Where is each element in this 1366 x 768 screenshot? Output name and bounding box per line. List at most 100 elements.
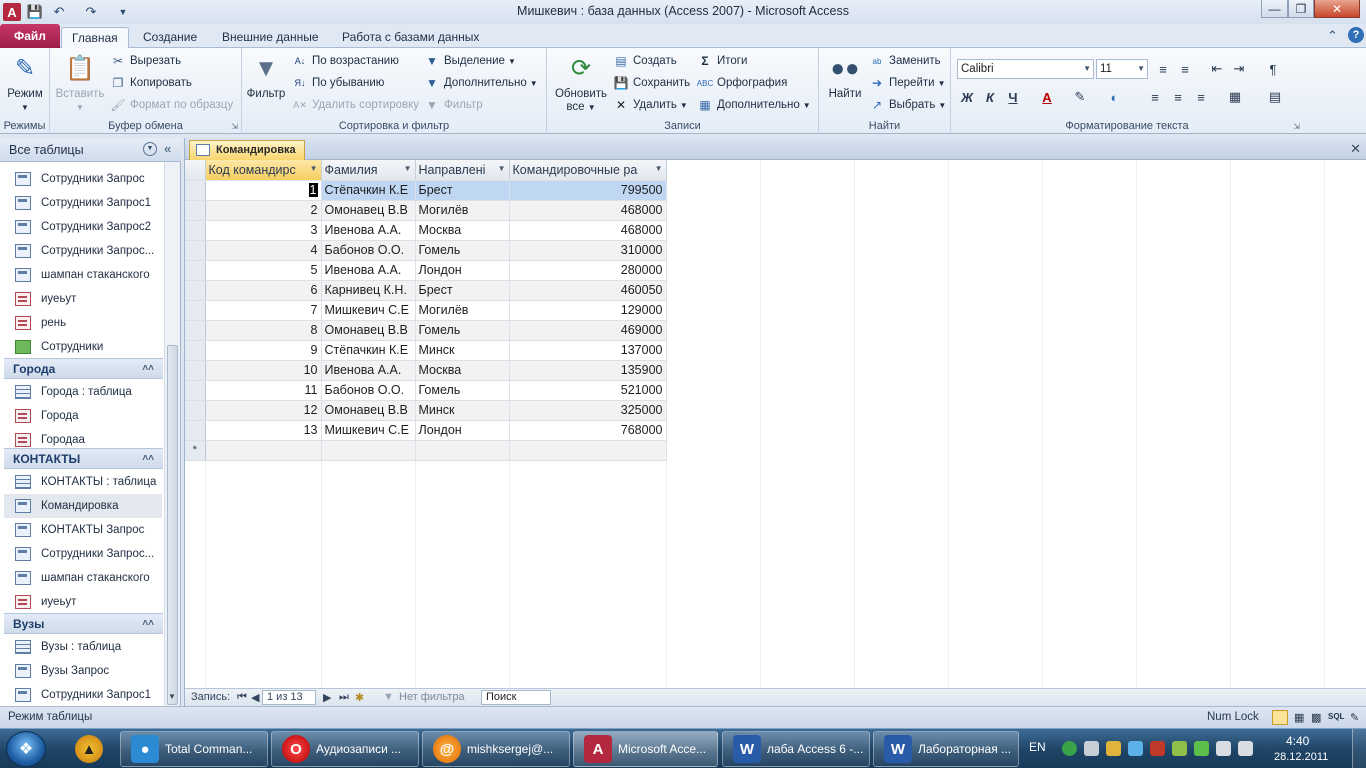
column-dropdown-icon[interactable]: ▼: [655, 164, 663, 173]
table-cell[interactable]: Брест: [415, 280, 510, 301]
table-cell[interactable]: 13: [205, 420, 322, 441]
previous-record-icon[interactable]: ◀: [251, 691, 259, 704]
bold-button[interactable]: Ж: [957, 87, 977, 107]
table-cell[interactable]: 521000: [509, 380, 667, 401]
tab-database-tools[interactable]: Работа с базами данных: [332, 27, 489, 48]
nav-item[interactable]: Города : таблица: [4, 380, 162, 404]
nav-item[interactable]: Сотрудники Запрос2: [4, 215, 162, 239]
numbering-icon[interactable]: ≡: [1175, 59, 1195, 79]
totals-button[interactable]: Σ Итоги: [697, 51, 747, 71]
column-header-napravlenie[interactable]: Направлені ▼: [415, 160, 510, 181]
first-record-icon[interactable]: ⏮: [237, 691, 247, 704]
column-dropdown-icon[interactable]: ▼: [498, 164, 506, 173]
table-cell[interactable]: Ивенова А.А.: [321, 360, 416, 381]
design-view-icon[interactable]: ✎: [1350, 711, 1359, 724]
empty-cell[interactable]: [205, 440, 322, 461]
nav-item[interactable]: иуеьут: [4, 590, 162, 614]
table-row[interactable]: 11 Бабонов О.О. Гомель 521000: [185, 380, 667, 401]
new-record-row[interactable]: *: [185, 440, 667, 461]
table-cell[interactable]: Омонавец В.В: [321, 400, 416, 421]
new-record-icon[interactable]: ✱: [355, 691, 364, 704]
table-row[interactable]: 12 Омонавец В.В Минск 325000: [185, 400, 667, 421]
table-cell[interactable]: 4: [205, 240, 322, 261]
close-button[interactable]: ✕: [1314, 0, 1360, 18]
table-cell[interactable]: Стёпачкин К.Е: [321, 180, 416, 201]
paragraph-direction-icon[interactable]: ¶: [1263, 59, 1283, 79]
table-cell[interactable]: 280000: [509, 260, 667, 281]
decrease-indent-icon[interactable]: ⇤: [1207, 59, 1227, 79]
spelling-button[interactable]: ABC Орфография: [697, 73, 788, 93]
search-input[interactable]: Поиск: [481, 690, 551, 705]
table-cell[interactable]: 6: [205, 280, 322, 301]
selection-button[interactable]: ▼ Выделение ▼: [424, 51, 516, 71]
italic-button[interactable]: К: [980, 87, 1000, 107]
next-record-icon[interactable]: ▶: [323, 691, 331, 704]
table-cell[interactable]: Омонавец В.В: [321, 320, 416, 341]
ribbon-minimize-icon[interactable]: ⌃: [1327, 28, 1338, 44]
table-cell[interactable]: 469000: [509, 320, 667, 341]
table-cell[interactable]: Брест: [415, 180, 510, 201]
table-row[interactable]: 9 Стёпачкин К.Е Минск 137000: [185, 340, 667, 361]
table-cell[interactable]: Карнивец К.Н.: [321, 280, 416, 301]
table-row[interactable]: 2 Омонавец В.В Могилёв 468000: [185, 200, 667, 221]
table-cell[interactable]: Минск: [415, 400, 510, 421]
remove-sort-button[interactable]: A✕ Удалить сортировку: [292, 95, 419, 115]
text-format-launcher-icon[interactable]: ⇲: [1293, 122, 1300, 131]
sort-descending-button[interactable]: Я↓ По убыванию: [292, 73, 385, 93]
replace-button[interactable]: ab Заменить: [869, 51, 941, 71]
pivottable-view-icon[interactable]: ▦: [1294, 711, 1304, 724]
table-cell[interactable]: Омонавец В.В: [321, 200, 416, 221]
volume-icon[interactable]: [1238, 741, 1253, 756]
table-cell[interactable]: 9: [205, 340, 322, 361]
close-document-icon[interactable]: ✕: [1350, 141, 1361, 157]
no-filter-icon[interactable]: ▼: [383, 691, 394, 703]
datasheet-view-icon[interactable]: [1272, 710, 1288, 725]
column-header-rashody[interactable]: Командировочные ра ▼: [509, 160, 667, 181]
nav-scrollbar[interactable]: ▼: [164, 162, 180, 706]
table-cell[interactable]: 799500: [509, 180, 667, 201]
table-cell[interactable]: Гомель: [415, 380, 510, 401]
nav-item[interactable]: рень: [4, 311, 162, 335]
font-name-combo[interactable]: Calibri ▼: [957, 59, 1094, 79]
empty-cell[interactable]: [415, 440, 510, 461]
clipboard-launcher-icon[interactable]: ⇲: [231, 122, 238, 131]
table-cell[interactable]: 460050: [509, 280, 667, 301]
row-selector[interactable]: [185, 260, 206, 281]
taskbar-item-mail[interactable]: @ mishksergej@...: [422, 731, 570, 767]
nav-group-kontakty[interactable]: КОНТАКТЫ ˄˄: [4, 448, 163, 469]
table-cell[interactable]: Минск: [415, 340, 510, 361]
nav-item[interactable]: Вузы Запрос: [4, 659, 162, 683]
table-row[interactable]: 5 Ивенова А.А. Лондон 280000: [185, 260, 667, 281]
clock-time[interactable]: 4:40: [1286, 734, 1309, 748]
table-cell[interactable]: 12: [205, 400, 322, 421]
row-selector[interactable]: [185, 320, 206, 341]
table-cell[interactable]: Могилёв: [415, 200, 510, 221]
align-right-icon[interactable]: ≡: [1191, 87, 1211, 107]
sort-ascending-button[interactable]: A↓ По возрастанию: [292, 51, 399, 71]
highlight-icon[interactable]: ✎: [1070, 87, 1090, 107]
table-cell[interactable]: Бабонов О.О.: [321, 380, 416, 401]
nav-item[interactable]: Сотрудники Запрос1: [4, 683, 162, 707]
table-row[interactable]: 1 Стёпачкин К.Е Брест 799500: [185, 180, 667, 201]
align-left-icon[interactable]: ≡: [1145, 87, 1165, 107]
nav-group-goroda[interactable]: Города ˄˄: [4, 358, 163, 379]
nav-item[interactable]: шампан стаканского: [4, 263, 162, 287]
antivirus-icon[interactable]: [1172, 741, 1187, 756]
toggle-filter-button[interactable]: ▼ Фильтр: [424, 95, 483, 115]
no-filter-label[interactable]: Нет фильтра: [399, 691, 465, 703]
nav-item[interactable]: иуеьут: [4, 287, 162, 311]
table-row[interactable]: 7 Мишкевич С.Е Могилёв 129000: [185, 300, 667, 321]
new-record-button[interactable]: ▤ Создать: [613, 51, 676, 71]
view-button[interactable]: ✎ Режим ▼: [4, 52, 46, 114]
increase-indent-icon[interactable]: ⇥: [1229, 59, 1249, 79]
align-center-icon[interactable]: ≡: [1168, 87, 1188, 107]
usb-device-icon[interactable]: [1084, 741, 1099, 756]
new-row-marker[interactable]: *: [185, 440, 206, 461]
app-tray-icon[interactable]: [1150, 741, 1165, 756]
nav-item[interactable]: КОНТАКТЫ : таблица: [4, 470, 162, 494]
table-row[interactable]: 8 Омонавец В.В Гомель 469000: [185, 320, 667, 341]
column-header-familiya[interactable]: Фамилия ▼: [321, 160, 416, 181]
more-records-button[interactable]: ▦ Дополнительно ▼: [697, 95, 810, 115]
table-cell[interactable]: Ивенова А.А.: [321, 220, 416, 241]
nav-item[interactable]: Сотрудники: [4, 335, 162, 359]
